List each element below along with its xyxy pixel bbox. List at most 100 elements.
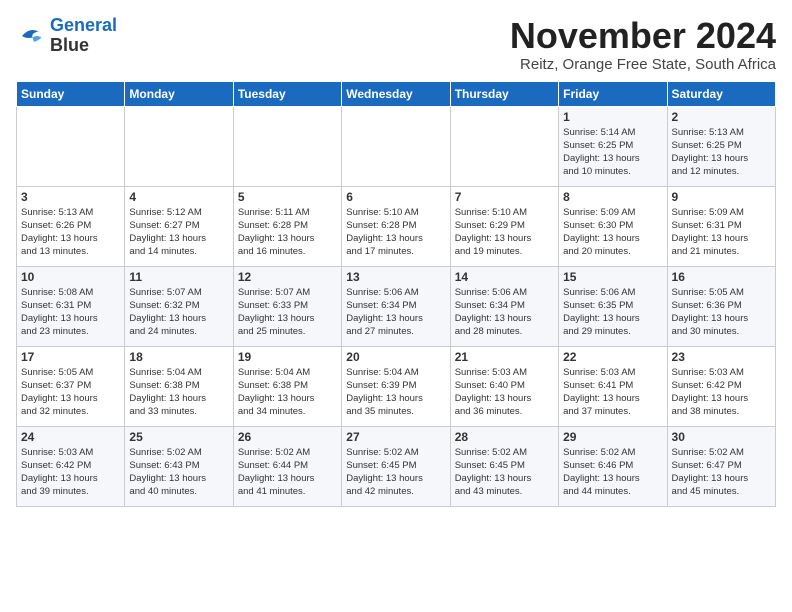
day-info: Sunrise: 5:05 AM Sunset: 6:37 PM Dayligh… — [21, 366, 120, 419]
day-info: Sunrise: 5:02 AM Sunset: 6:43 PM Dayligh… — [129, 446, 228, 499]
day-number: 5 — [238, 190, 337, 204]
weekday-header-tuesday: Tuesday — [233, 81, 341, 106]
day-number: 28 — [455, 430, 554, 444]
calendar-cell: 3 Sunrise: 5:13 AM Sunset: 6:26 PM Daylig… — [17, 186, 125, 266]
day-info: Sunrise: 5:13 AM Sunset: 6:25 PM Dayligh… — [672, 126, 771, 179]
day-number: 17 — [21, 350, 120, 364]
calendar-week-2: 3 Sunrise: 5:13 AM Sunset: 6:26 PM Daylig… — [17, 186, 776, 266]
calendar-cell: 19 Sunrise: 5:04 AM Sunset: 6:38 PM Dayli… — [233, 346, 341, 426]
calendar-cell: 22Sunrise: 5:03 AM Sunset: 6:41 PM Dayli… — [559, 346, 667, 426]
day-number: 26 — [238, 430, 337, 444]
day-number: 12 — [238, 270, 337, 284]
day-info: Sunrise: 5:04 AM Sunset: 6:38 PM Dayligh… — [238, 366, 337, 419]
day-number: 13 — [346, 270, 445, 284]
weekday-header-wednesday: Wednesday — [342, 81, 450, 106]
day-info: Sunrise: 5:14 AM Sunset: 6:25 PM Dayligh… — [563, 126, 662, 179]
calendar-cell: 29Sunrise: 5:02 AM Sunset: 6:46 PM Dayli… — [559, 426, 667, 506]
weekday-header-monday: Monday — [125, 81, 233, 106]
calendar-cell — [342, 106, 450, 186]
location-subtitle: Reitz, Orange Free State, South Africa — [510, 56, 776, 73]
calendar-cell: 13 Sunrise: 5:06 AM Sunset: 6:34 PM Dayli… — [342, 266, 450, 346]
day-number: 8 — [563, 190, 662, 204]
day-info: Sunrise: 5:03 AM Sunset: 6:41 PM Dayligh… — [563, 366, 662, 419]
day-number: 10 — [21, 270, 120, 284]
calendar-cell: 24 Sunrise: 5:03 AM Sunset: 6:42 PM Dayli… — [17, 426, 125, 506]
day-number: 30 — [672, 430, 771, 444]
calendar-cell: 14Sunrise: 5:06 AM Sunset: 6:34 PM Dayli… — [450, 266, 558, 346]
calendar-cell: 4 Sunrise: 5:12 AM Sunset: 6:27 PM Daylig… — [125, 186, 233, 266]
day-number: 4 — [129, 190, 228, 204]
day-number: 24 — [21, 430, 120, 444]
calendar-cell: 17 Sunrise: 5:05 AM Sunset: 6:37 PM Dayli… — [17, 346, 125, 426]
day-info: Sunrise: 5:08 AM Sunset: 6:31 PM Dayligh… — [21, 286, 120, 339]
day-number: 16 — [672, 270, 771, 284]
calendar-week-4: 17 Sunrise: 5:05 AM Sunset: 6:37 PM Dayli… — [17, 346, 776, 426]
calendar-cell: 10 Sunrise: 5:08 AM Sunset: 6:31 PM Dayli… — [17, 266, 125, 346]
calendar-cell: 8 Sunrise: 5:09 AM Sunset: 6:30 PM Daylig… — [559, 186, 667, 266]
day-info: Sunrise: 5:03 AM Sunset: 6:42 PM Dayligh… — [21, 446, 120, 499]
day-number: 20 — [346, 350, 445, 364]
day-info: Sunrise: 5:03 AM Sunset: 6:40 PM Dayligh… — [455, 366, 554, 419]
day-number: 2 — [672, 110, 771, 124]
calendar-cell: 23Sunrise: 5:03 AM Sunset: 6:42 PM Dayli… — [667, 346, 775, 426]
calendar-cell: 30 Sunrise: 5:02 AM Sunset: 6:47 PM Dayli… — [667, 426, 775, 506]
calendar-cell: 28 Sunrise: 5:02 AM Sunset: 6:45 PM Dayli… — [450, 426, 558, 506]
calendar-cell: 26 Sunrise: 5:02 AM Sunset: 6:44 PM Dayli… — [233, 426, 341, 506]
day-info: Sunrise: 5:03 AM Sunset: 6:42 PM Dayligh… — [672, 366, 771, 419]
day-number: 1 — [563, 110, 662, 124]
calendar-cell: 11Sunrise: 5:07 AM Sunset: 6:32 PM Dayli… — [125, 266, 233, 346]
day-info: Sunrise: 5:09 AM Sunset: 6:31 PM Dayligh… — [672, 206, 771, 259]
day-number: 19 — [238, 350, 337, 364]
logo-line2: Blue — [50, 36, 117, 56]
calendar-week-3: 10 Sunrise: 5:08 AM Sunset: 6:31 PM Dayli… — [17, 266, 776, 346]
logo-bird-icon — [16, 21, 46, 51]
calendar-table: SundayMondayTuesdayWednesdayThursdayFrid… — [16, 81, 776, 507]
day-number: 3 — [21, 190, 120, 204]
day-info: Sunrise: 5:10 AM Sunset: 6:29 PM Dayligh… — [455, 206, 554, 259]
calendar-cell: 1 Sunrise: 5:14 AM Sunset: 6:25 PM Daylig… — [559, 106, 667, 186]
day-info: Sunrise: 5:04 AM Sunset: 6:38 PM Dayligh… — [129, 366, 228, 419]
weekday-header-thursday: Thursday — [450, 81, 558, 106]
page-header: General Blue November 2024 Reitz, Orange… — [16, 16, 776, 73]
day-info: Sunrise: 5:06 AM Sunset: 6:35 PM Dayligh… — [563, 286, 662, 339]
calendar-cell: 12 Sunrise: 5:07 AM Sunset: 6:33 PM Dayli… — [233, 266, 341, 346]
day-info: Sunrise: 5:10 AM Sunset: 6:28 PM Dayligh… — [346, 206, 445, 259]
title-block: November 2024 Reitz, Orange Free State, … — [510, 16, 776, 73]
day-number: 27 — [346, 430, 445, 444]
day-info: Sunrise: 5:12 AM Sunset: 6:27 PM Dayligh… — [129, 206, 228, 259]
calendar-cell: 2 Sunrise: 5:13 AM Sunset: 6:25 PM Daylig… — [667, 106, 775, 186]
day-number: 29 — [563, 430, 662, 444]
day-info: Sunrise: 5:02 AM Sunset: 6:45 PM Dayligh… — [346, 446, 445, 499]
day-number: 6 — [346, 190, 445, 204]
day-info: Sunrise: 5:02 AM Sunset: 6:45 PM Dayligh… — [455, 446, 554, 499]
calendar-cell: 5Sunrise: 5:11 AM Sunset: 6:28 PM Daylig… — [233, 186, 341, 266]
calendar-cell — [450, 106, 558, 186]
day-number: 15 — [563, 270, 662, 284]
calendar-week-1: 1 Sunrise: 5:14 AM Sunset: 6:25 PM Daylig… — [17, 106, 776, 186]
calendar-cell: 6 Sunrise: 5:10 AM Sunset: 6:28 PM Daylig… — [342, 186, 450, 266]
day-info: Sunrise: 5:06 AM Sunset: 6:34 PM Dayligh… — [346, 286, 445, 339]
day-info: Sunrise: 5:02 AM Sunset: 6:47 PM Dayligh… — [672, 446, 771, 499]
logo: General Blue — [16, 16, 117, 56]
calendar-cell — [233, 106, 341, 186]
day-info: Sunrise: 5:09 AM Sunset: 6:30 PM Dayligh… — [563, 206, 662, 259]
calendar-cell: 16 Sunrise: 5:05 AM Sunset: 6:36 PM Dayli… — [667, 266, 775, 346]
day-info: Sunrise: 5:13 AM Sunset: 6:26 PM Dayligh… — [21, 206, 120, 259]
day-info: Sunrise: 5:04 AM Sunset: 6:39 PM Dayligh… — [346, 366, 445, 419]
day-number: 11 — [129, 270, 228, 284]
day-info: Sunrise: 5:02 AM Sunset: 6:44 PM Dayligh… — [238, 446, 337, 499]
calendar-cell: 7 Sunrise: 5:10 AM Sunset: 6:29 PM Daylig… — [450, 186, 558, 266]
calendar-cell: 27 Sunrise: 5:02 AM Sunset: 6:45 PM Dayli… — [342, 426, 450, 506]
day-number: 9 — [672, 190, 771, 204]
logo-line1: General — [50, 15, 117, 35]
calendar-cell: 9 Sunrise: 5:09 AM Sunset: 6:31 PM Daylig… — [667, 186, 775, 266]
day-number: 7 — [455, 190, 554, 204]
calendar-cell — [125, 106, 233, 186]
calendar-cell: 18Sunrise: 5:04 AM Sunset: 6:38 PM Dayli… — [125, 346, 233, 426]
weekday-header-saturday: Saturday — [667, 81, 775, 106]
day-info: Sunrise: 5:07 AM Sunset: 6:33 PM Dayligh… — [238, 286, 337, 339]
weekday-header-friday: Friday — [559, 81, 667, 106]
calendar-week-5: 24 Sunrise: 5:03 AM Sunset: 6:42 PM Dayli… — [17, 426, 776, 506]
day-info: Sunrise: 5:05 AM Sunset: 6:36 PM Dayligh… — [672, 286, 771, 339]
day-number: 14 — [455, 270, 554, 284]
